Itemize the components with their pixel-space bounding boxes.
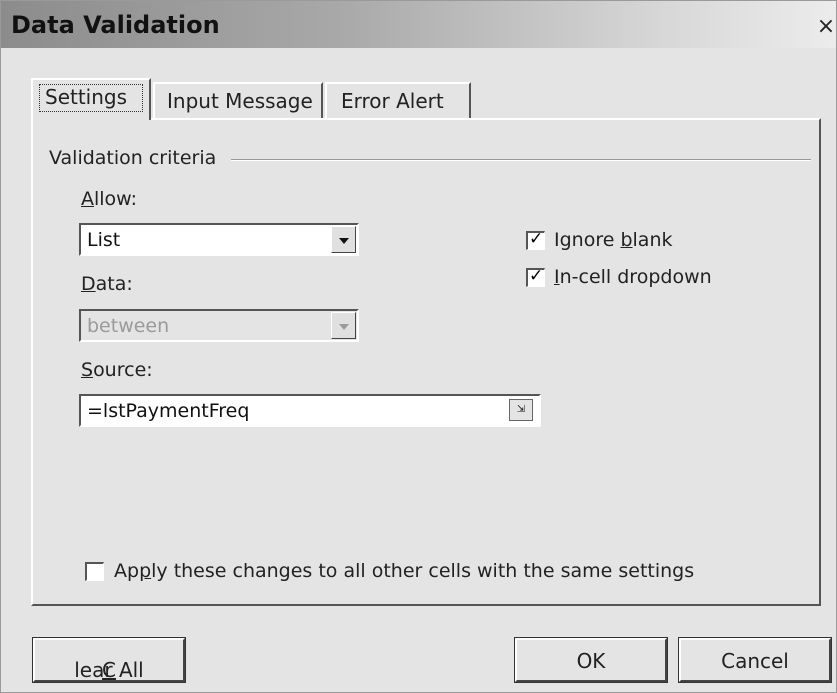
in-cell-dropdown-label[interactable]: In-cell dropdown (554, 266, 712, 288)
ignore-blank-label[interactable]: Ignore blank (554, 229, 673, 251)
source-input[interactable]: =lstPaymentFreq ⇲ (79, 394, 541, 427)
source-value: =lstPaymentFreq (87, 400, 250, 422)
cancel-button[interactable]: Cancel (678, 637, 832, 683)
ok-button[interactable]: OK (514, 637, 668, 683)
in-cell-dropdown-checkbox[interactable]: ✓ (526, 266, 545, 287)
close-icon[interactable]: × (816, 15, 836, 39)
window-title: Data Validation (11, 11, 220, 39)
allow-select[interactable]: List (79, 223, 359, 256)
source-label: Source: (81, 359, 153, 381)
apply-all-label[interactable]: Apply these changes to all other cells w… (114, 560, 694, 582)
ignore-blank-checkbox[interactable]: ✓ (526, 229, 545, 250)
tab-error-alert-label: Error Alert (341, 89, 444, 113)
tab-input-message-label: Input Message (167, 89, 313, 113)
tab-settings[interactable]: Settings (31, 78, 151, 120)
title-bar[interactable]: Data Validation × (1, 1, 836, 48)
data-value: between (87, 315, 170, 337)
clear-all-button[interactable]: Clear All (32, 637, 186, 683)
allow-dropdown-button[interactable] (331, 226, 356, 253)
checkmark-icon: ✓ (529, 266, 544, 286)
data-dropdown-button (331, 312, 356, 339)
data-label: Data: (81, 273, 133, 295)
range-select-icon[interactable]: ⇲ (509, 399, 533, 421)
checkmark-icon: ✓ (529, 229, 544, 249)
data-select: between (79, 309, 359, 342)
tab-error-alert[interactable]: Error Alert (325, 82, 471, 118)
allow-label: Allow: (81, 188, 138, 210)
apply-all-checkbox[interactable] (85, 562, 104, 581)
chevron-down-icon (339, 324, 349, 330)
tab-input-message[interactable]: Input Message (153, 82, 323, 118)
chevron-down-icon (339, 238, 349, 244)
allow-value: List (87, 229, 121, 251)
validation-criteria-label: Validation criteria (49, 147, 217, 169)
tab-settings-label: Settings (45, 85, 128, 109)
data-validation-dialog: Data Validation × Settings Input Message… (0, 0, 837, 693)
group-divider (231, 159, 811, 161)
